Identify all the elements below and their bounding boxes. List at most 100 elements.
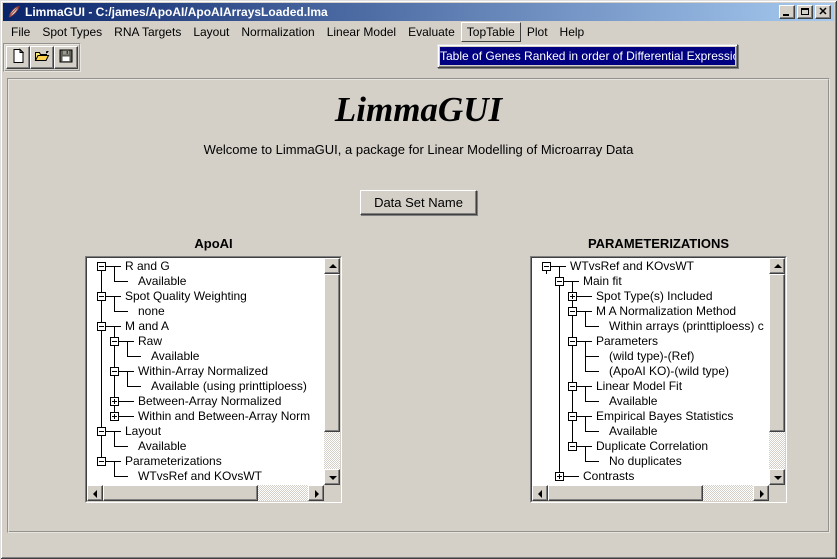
tree-node-label[interactable]: No duplicates: [609, 454, 682, 469]
tree-node-label[interactable]: WTvsRef and KOvsWT: [570, 259, 694, 274]
tree-connector: [121, 409, 134, 424]
save-button[interactable]: [54, 46, 78, 69]
tree-connector: [566, 409, 579, 424]
tree-expander-minus[interactable]: [542, 262, 551, 271]
vertical-scroll-thumb[interactable]: [769, 274, 785, 432]
tree-node-label[interactable]: M and A: [125, 319, 169, 334]
tree-node-label[interactable]: Parameterizations: [125, 454, 222, 469]
vertical-scroll-track[interactable]: [324, 432, 340, 469]
tree-node-label[interactable]: Spot Quality Weighting: [125, 289, 247, 304]
tree-expander-minus[interactable]: [568, 337, 577, 346]
menu-layout[interactable]: Layout: [187, 22, 235, 42]
tree-expander-minus[interactable]: [555, 277, 564, 286]
tree-node-label[interactable]: Between-Array Normalized: [138, 394, 281, 409]
vertical-scroll-track[interactable]: [769, 432, 785, 469]
menu-rna-targets[interactable]: RNA Targets: [108, 22, 187, 42]
horizontal-scroll-track[interactable]: [703, 485, 753, 501]
tree-node-label[interactable]: Within-Array Normalized: [138, 364, 268, 379]
tree-node-label[interactable]: Available (using printtiploess): [151, 379, 307, 394]
open-folder-button[interactable]: [30, 46, 54, 69]
tree-connector: [95, 394, 108, 409]
menu-help[interactable]: Help: [554, 22, 591, 42]
tree-node-label[interactable]: Linear Model Fit: [596, 379, 682, 394]
tree-row: Available: [87, 349, 324, 364]
menu-plot[interactable]: Plot: [521, 22, 554, 42]
tree-connector: [121, 349, 134, 364]
tree-expander-minus[interactable]: [97, 292, 106, 301]
menu-linear-model[interactable]: Linear Model: [321, 22, 402, 42]
tree-node-label[interactable]: Contrasts: [583, 469, 634, 484]
tree-connector: [95, 409, 108, 424]
tree-node-label[interactable]: Within arrays (printtiploess) c: [609, 319, 764, 334]
close-button[interactable]: ✕: [815, 5, 831, 19]
tree-connector: [108, 319, 121, 334]
scroll-up-button[interactable]: [324, 258, 340, 274]
tree-expander-minus[interactable]: [568, 412, 577, 421]
tree-node-label[interactable]: Available: [609, 394, 657, 409]
tree-connector: [121, 304, 134, 319]
minimize-button[interactable]: [779, 5, 795, 19]
tree-node-label[interactable]: R and G: [125, 259, 170, 274]
new-document-button[interactable]: [6, 46, 30, 69]
horizontal-scroll-track[interactable]: [258, 485, 308, 501]
tree-connector: [566, 274, 579, 289]
tree-node-label[interactable]: Raw: [138, 334, 162, 349]
tree-node-label[interactable]: WTvsRef and KOvsWT: [138, 469, 262, 484]
open-folder-icon: [34, 48, 50, 67]
vertical-scroll-thumb[interactable]: [324, 274, 340, 432]
tree-node-label[interactable]: none: [138, 304, 165, 319]
tree-expander-minus[interactable]: [97, 262, 106, 271]
maximize-button[interactable]: [797, 5, 813, 19]
tree-expander-minus[interactable]: [97, 322, 106, 331]
tree-node-label[interactable]: Parameters: [596, 334, 658, 349]
tree-connector: [566, 424, 579, 439]
tree-expander-plus[interactable]: [568, 292, 577, 301]
horizontal-scroll-thumb[interactable]: [548, 485, 703, 501]
tree-expander-minus[interactable]: [110, 337, 119, 346]
scroll-left-button[interactable]: [532, 485, 548, 501]
scroll-down-button[interactable]: [769, 469, 785, 485]
tree-node-label[interactable]: Empirical Bayes Statistics: [596, 409, 733, 424]
scroll-right-button[interactable]: [753, 485, 769, 501]
tree-connector: [579, 364, 592, 379]
scroll-up-button[interactable]: [769, 258, 785, 274]
tree-expander-plus[interactable]: [555, 472, 564, 481]
tree-connector: [592, 424, 605, 439]
scroll-right-button[interactable]: [308, 485, 324, 501]
menu-spot-types[interactable]: Spot Types: [36, 22, 108, 42]
tree-expander-plus[interactable]: [110, 412, 119, 421]
tree-connector: [553, 409, 566, 424]
tree-expander-minus[interactable]: [568, 382, 577, 391]
tree-connector: [540, 394, 553, 409]
tree-node-label[interactable]: Available: [138, 439, 186, 454]
tree-row: WTvsRef and KOvsWT: [87, 469, 324, 484]
tree-node-label[interactable]: Within and Between-Array Norm: [138, 409, 310, 424]
tree-expander-plus[interactable]: [110, 397, 119, 406]
tree-expander-minus[interactable]: [568, 442, 577, 451]
menu-file[interactable]: File: [5, 22, 36, 42]
tree-row: Layout: [87, 424, 324, 439]
apoai-tree-section: ApoAI R and GAvailableSpot Quality Weigh…: [85, 236, 342, 503]
horizontal-scroll-thumb[interactable]: [103, 485, 258, 501]
data-set-name-button[interactable]: Data Set Name: [360, 190, 477, 215]
tree-expander-minus[interactable]: [97, 457, 106, 466]
tree-node-label[interactable]: M A Normalization Method: [596, 304, 736, 319]
tree-expander-minus[interactable]: [97, 427, 106, 436]
tree-node-label[interactable]: Spot Type(s) Included: [596, 289, 713, 304]
menu-normalization[interactable]: Normalization: [235, 22, 320, 42]
tree-node-label[interactable]: Duplicate Correlation: [596, 439, 708, 454]
tree-node-label[interactable]: Available: [138, 274, 186, 289]
tree-expander-minus[interactable]: [568, 307, 577, 316]
tree-node-label[interactable]: (wild type)-(Ref): [609, 349, 694, 364]
menu-evaluate[interactable]: Evaluate: [402, 22, 461, 42]
menu-item-table-of-genes[interactable]: Table of Genes Ranked in order of Differ…: [440, 47, 735, 65]
scroll-down-button[interactable]: [324, 469, 340, 485]
tree-node-label[interactable]: Layout: [125, 424, 161, 439]
tree-expander-minus[interactable]: [110, 367, 119, 376]
tree-node-label[interactable]: Available: [151, 349, 199, 364]
menu-toptable[interactable]: TopTable: [461, 22, 521, 42]
tree-node-label[interactable]: Available: [609, 424, 657, 439]
scroll-left-button[interactable]: [87, 485, 103, 501]
tree-node-label[interactable]: Main fit: [583, 274, 622, 289]
tree-node-label[interactable]: (ApoAI KO)-(wild type): [609, 364, 729, 379]
